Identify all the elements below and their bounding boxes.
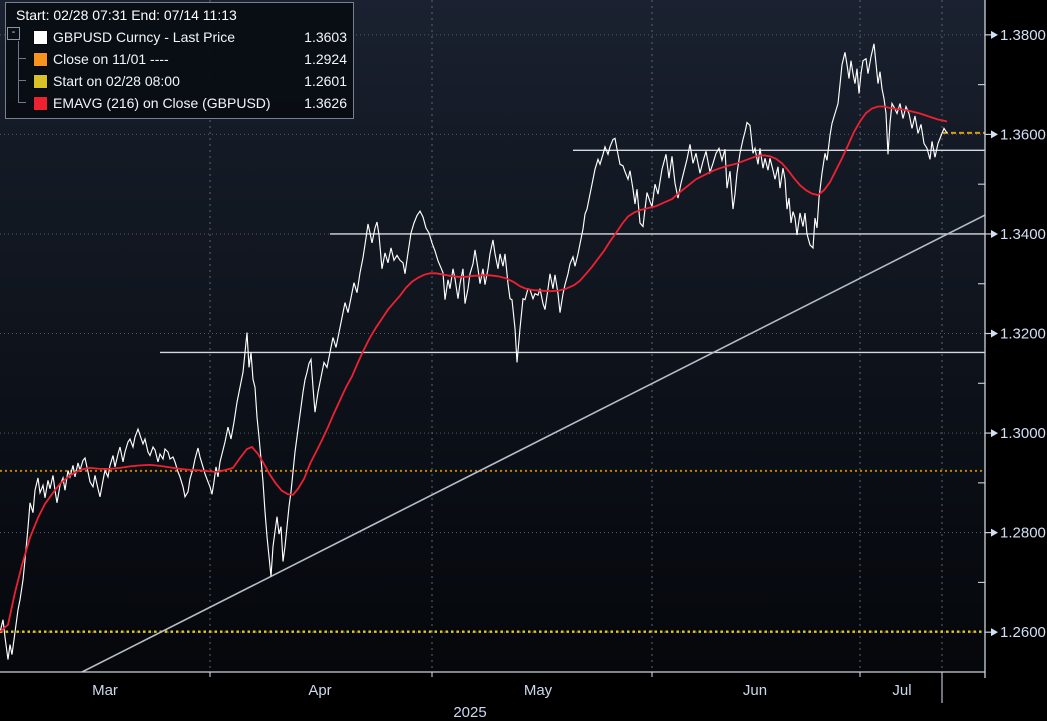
legend-row-last-price[interactable]: GBPUSD Curncy - Last Price 1.3603 (12, 26, 347, 48)
price-line (0, 43, 948, 660)
legend-collapse-icon[interactable]: - (7, 27, 20, 40)
legend-row-start[interactable]: Start on 02/28 08:00 1.2601 (12, 70, 347, 92)
legend-row-value: 1.2601 (304, 73, 347, 89)
trendline (81, 214, 986, 673)
legend-panel: Start: 02/28 07:31 End: 07/14 11:13 GBPU… (5, 2, 354, 119)
legend-tree-line (18, 80, 26, 81)
y-axis-tick-arrow-icon (991, 528, 998, 537)
x-axis-month-label: Jun (743, 682, 767, 699)
date-range-label: Start: 02/28 07:31 End: 07/14 11:13 (16, 7, 237, 23)
ema-line (0, 105, 948, 633)
legend-tree-line (18, 41, 19, 103)
y-axis-tick-arrow-icon (991, 229, 998, 238)
legend-row-value: 1.3626 (304, 95, 347, 111)
y-axis-label: 1.3200 (1000, 326, 1046, 343)
emavg-swatch-icon (34, 96, 47, 110)
legend-row-label: EMAVG (216) on Close (GBPUSD) (53, 95, 271, 111)
y-axis-label: 1.3600 (1000, 126, 1046, 143)
y-axis-tick-arrow-icon (991, 329, 998, 338)
y-axis-label: 1.2600 (1000, 624, 1046, 641)
y-axis-label: 1.3000 (1000, 425, 1046, 442)
close-line-swatch-icon (34, 52, 47, 66)
legend-row-label: GBPUSD Curncy - Last Price (53, 29, 236, 45)
legend-tree-line (18, 58, 26, 59)
y-axis-tick-arrow-icon (991, 429, 998, 438)
legend-tree-line (18, 102, 26, 103)
x-axis-month-label: Apr (308, 682, 331, 699)
legend-row-label: Close on 11/01 ---- (53, 51, 169, 67)
x-axis-month-label: May (524, 682, 553, 699)
legend-row-value: 1.3603 (304, 29, 347, 45)
last-price-swatch-icon (34, 30, 47, 44)
legend-row-value: 1.2924 (304, 51, 347, 67)
legend-row-label: Start on 02/28 08:00 (53, 73, 180, 89)
y-axis-label: 1.2800 (1000, 525, 1046, 542)
y-axis-label: 1.3800 (1000, 27, 1046, 44)
y-axis-tick-arrow-icon (991, 130, 998, 139)
legend-row-close[interactable]: Close on 11/01 ---- 1.2924 (12, 48, 347, 70)
x-axis-month-label: Mar (92, 682, 118, 699)
start-line-swatch-icon (34, 74, 47, 88)
y-axis-label: 1.3400 (1000, 226, 1046, 243)
y-axis-tick-arrow-icon (991, 30, 998, 39)
x-axis-year-label: 2025 (453, 704, 486, 721)
y-axis-tick-arrow-icon (991, 628, 998, 637)
x-axis-month-label: Jul (892, 682, 911, 699)
legend-row-emavg[interactable]: EMAVG (216) on Close (GBPUSD) 1.3626 (12, 92, 347, 114)
bloomberg-chart-window: 1.3800 1.3600 1.3400 1.3200 1.3000 1.2800 1.26… (0, 0, 1047, 721)
